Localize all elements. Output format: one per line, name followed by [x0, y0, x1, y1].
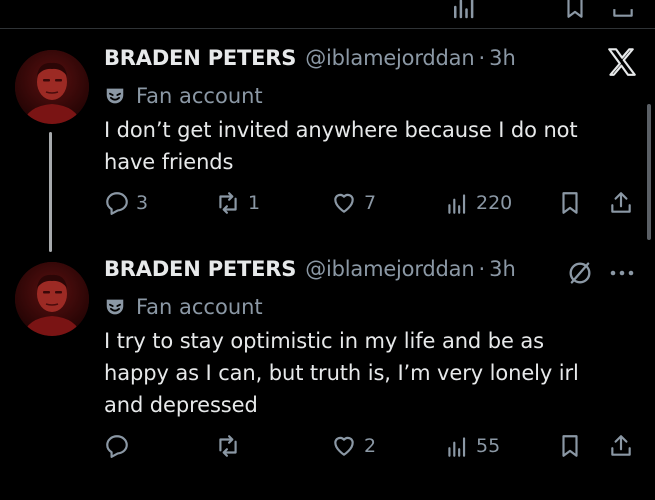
reply-button[interactable]: [104, 431, 136, 461]
views-icon: [448, 437, 466, 457]
bookmark-button[interactable]: [557, 188, 583, 218]
views-button[interactable]: 220: [444, 188, 512, 218]
views-count: 55: [476, 435, 501, 457]
tweet-actions: 3 1 7 220: [104, 188, 644, 218]
account-label: Fan account: [104, 293, 263, 321]
views-icon[interactable]: [449, 0, 479, 22]
share-icon: [611, 192, 631, 213]
like-icon: [334, 193, 354, 213]
views-button[interactable]: 55: [444, 431, 500, 461]
avatar[interactable]: [15, 262, 89, 336]
user-handle[interactable]: @iblamejorddan: [305, 46, 474, 70]
reply-button[interactable]: 3: [104, 188, 148, 218]
share-button[interactable]: [608, 188, 634, 218]
views-count: 220: [476, 192, 513, 214]
reply-icon: [106, 435, 128, 458]
more-icon[interactable]: [608, 262, 636, 284]
tweet-text: I try to stay optimistic in my life and …: [104, 329, 579, 417]
like-button[interactable]: 7: [330, 188, 376, 218]
separator-dot: ·: [478, 46, 486, 70]
previous-tweet-action-bar: [0, 0, 655, 22]
share-button[interactable]: [608, 431, 634, 461]
scrollbar[interactable]: [647, 104, 651, 240]
tweet-actions: 2 55: [104, 431, 644, 461]
separator-dot: ·: [478, 257, 486, 281]
share-icon[interactable]: [610, 0, 636, 22]
tweet-divider: [0, 28, 655, 29]
like-count: 2: [364, 435, 377, 457]
x-logo-icon[interactable]: [605, 45, 639, 79]
share-icon: [611, 435, 631, 456]
grok-icon[interactable]: [566, 259, 594, 287]
fan-mask-icon: [106, 299, 124, 315]
reply-icon: [106, 192, 128, 215]
bookmark-icon: [562, 192, 578, 214]
repost-icon: [219, 435, 237, 457]
like-count: 7: [364, 192, 377, 214]
reply-count: 3: [136, 192, 149, 214]
fan-account-label: Fan account: [136, 295, 263, 319]
display-name[interactable]: BRADEN PETERS: [104, 257, 296, 281]
repost-button[interactable]: 1: [214, 188, 260, 218]
repost-icon: [219, 192, 237, 214]
display-name[interactable]: BRADEN PETERS: [104, 46, 296, 70]
bookmark-icon[interactable]: [562, 0, 588, 22]
tweet-text: I don’t get invited anywhere because I d…: [104, 118, 578, 174]
repost-button[interactable]: [214, 431, 248, 461]
bookmark-button[interactable]: [557, 431, 583, 461]
tweet-header: BRADEN PETERS @iblamejorddan · 3h: [104, 257, 516, 287]
fan-account-label: Fan account: [136, 84, 263, 108]
timestamp[interactable]: 3h: [489, 46, 516, 70]
timestamp[interactable]: 3h: [489, 257, 516, 281]
tweet-header: BRADEN PETERS @iblamejorddan · 3h: [104, 46, 516, 76]
bookmark-icon: [562, 435, 578, 457]
account-label: Fan account: [104, 82, 263, 110]
like-button[interactable]: 2: [330, 431, 376, 461]
repost-count: 1: [248, 192, 261, 214]
like-icon: [334, 436, 354, 456]
views-icon: [448, 194, 466, 214]
fan-mask-icon: [106, 88, 124, 104]
thread-line: [49, 132, 52, 252]
user-handle[interactable]: @iblamejorddan: [305, 257, 474, 281]
avatar[interactable]: [15, 50, 89, 124]
